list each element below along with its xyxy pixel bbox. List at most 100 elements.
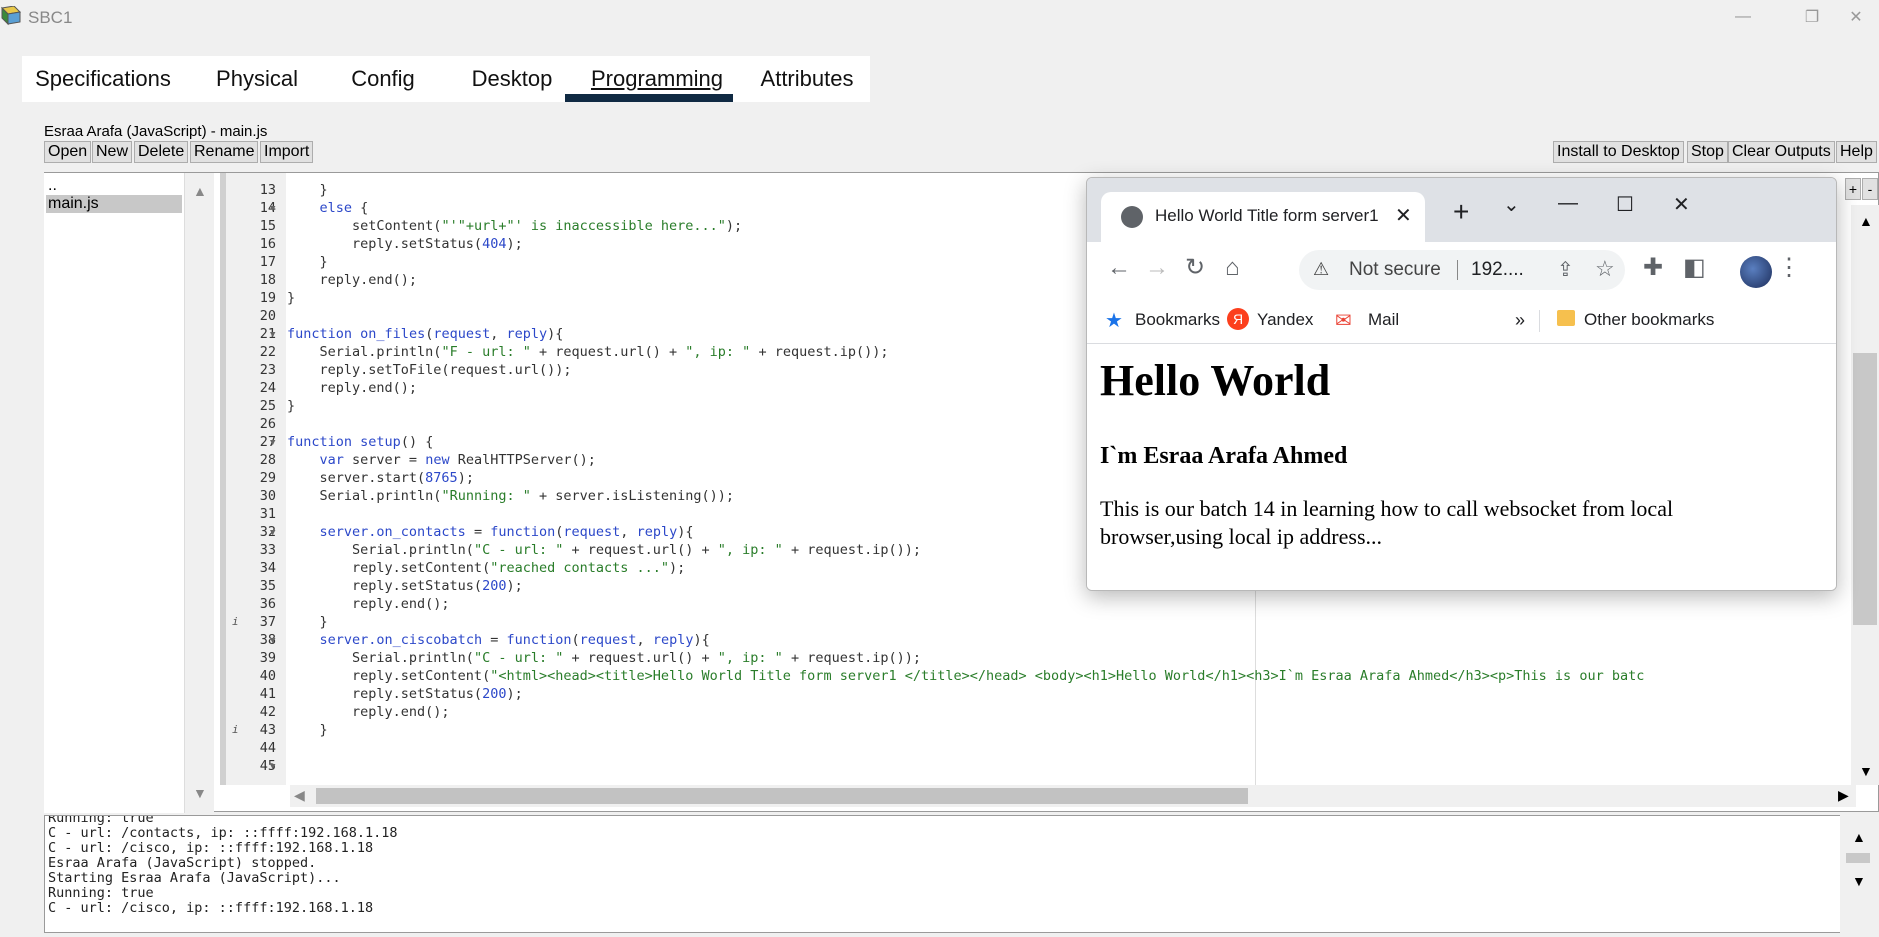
file-item-parent[interactable]: .. <box>46 177 182 195</box>
import-button[interactable]: Import <box>260 141 314 163</box>
file-item-main-js[interactable]: main.js <box>46 195 182 213</box>
scroll-up-icon[interactable]: ▲ <box>193 183 207 199</box>
scroll-down-icon[interactable]: ▼ <box>193 785 207 801</box>
tab-config[interactable]: Config <box>340 56 426 102</box>
forward-icon[interactable]: → <box>1145 256 1169 280</box>
tab-close-icon[interactable]: ✕ <box>1395 203 1412 228</box>
code-text: Serial.println("C - url: " + request.url… <box>287 542 921 558</box>
security-status[interactable]: Not secure <box>1349 259 1441 281</box>
editor-vertical-scrollbar[interactable]: ▲ ▼ <box>1851 205 1879 785</box>
tab-physical[interactable]: Physical <box>202 56 312 102</box>
scroll-up-icon[interactable]: ▲ <box>1852 829 1866 845</box>
profile-avatar[interactable] <box>1740 256 1772 288</box>
file-list-scrollbar[interactable]: ▲ ▼ <box>184 173 214 813</box>
code-text: Serial.println("Running: " + server.isLi… <box>287 488 735 504</box>
line-number: 27 <box>259 434 276 450</box>
minimize-button[interactable]: — <box>1720 4 1766 30</box>
url-text[interactable]: 192.... <box>1471 259 1524 281</box>
scroll-down-icon[interactable]: ▼ <box>1852 873 1866 889</box>
info-marker-icon: i <box>232 615 239 628</box>
bookmark-yandex[interactable]: Yandex <box>1257 310 1313 330</box>
line-number: 36 <box>259 596 276 612</box>
browser-maximize-icon[interactable]: ☐ <box>1616 192 1634 217</box>
code-text: setContent("'"+url+"' is inaccessible he… <box>287 218 743 234</box>
zoom-out-button[interactable]: - <box>1862 178 1878 200</box>
output-console[interactable]: Running: true C - url: /contacts, ip: ::f… <box>44 815 1846 933</box>
code-line[interactable]: 42 reply.end(); <box>220 703 1856 721</box>
new-tab-icon[interactable]: + <box>1453 198 1469 226</box>
code-line[interactable]: 44 <box>220 739 1856 757</box>
line-number: 26 <box>259 416 276 432</box>
browser-close-icon[interactable]: ✕ <box>1673 192 1690 217</box>
line-number: 38 <box>259 632 276 648</box>
console-scrollbar[interactable]: ▲ ▼ <box>1840 815 1876 933</box>
browser-page-content: Hello World I`m Esraa Arafa Ahmed This i… <box>1087 345 1836 590</box>
close-button[interactable]: ✕ <box>1833 4 1879 30</box>
scroll-left-icon[interactable]: ◀ <box>294 787 305 804</box>
code-text: var server = new RealHTTPServer(); <box>319 452 596 468</box>
code-line[interactable]: 41 reply.setStatus(200); <box>220 685 1856 703</box>
code-line[interactable]: 37 i } <box>220 613 1856 631</box>
open-button[interactable]: Open <box>44 141 92 163</box>
code-line[interactable]: 40 reply.setContent("<html><head><title>… <box>220 667 1856 685</box>
line-number: 35 <box>259 578 276 594</box>
delete-button[interactable]: Delete <box>134 141 189 163</box>
restore-button[interactable]: ❐ <box>1789 4 1835 30</box>
browser-tab-title: Hello World Title form server1 <box>1155 206 1379 225</box>
bookmark-mail[interactable]: Mail <box>1368 310 1399 330</box>
horizontal-scroll-thumb[interactable] <box>316 788 1248 804</box>
code-line[interactable]: 43 i } <box>220 721 1856 739</box>
bookmark-star-icon[interactable]: ☆ <box>1595 257 1615 281</box>
back-icon[interactable]: ← <box>1107 256 1131 280</box>
fold-toggle-icon[interactable]: ▼ <box>270 632 275 650</box>
tab-specifications[interactable]: Specifications <box>30 56 176 102</box>
address-bar[interactable]: ⚠ Not secure 192.... ⇪ ☆ <box>1299 250 1625 290</box>
close-icon: ✕ <box>1849 9 1863 26</box>
code-line[interactable]: 39 Serial.println("C - url: " + request.… <box>220 649 1856 667</box>
fold-toggle-icon[interactable]: ▼ <box>270 434 275 452</box>
extensions-icon[interactable]: ✚ <box>1643 256 1663 280</box>
fold-toggle-icon[interactable]: ▼ <box>270 758 275 776</box>
tab-desktop[interactable]: Desktop <box>454 56 570 102</box>
fold-toggle-icon[interactable]: ▼ <box>270 524 275 542</box>
omnibox-divider <box>1457 260 1458 280</box>
code-line[interactable]: 45 ▼ <box>220 757 1856 775</box>
code-line[interactable]: 36 reply.end(); <box>220 595 1856 613</box>
menu-icon[interactable]: ⋮ <box>1777 256 1801 280</box>
zoom-in-button[interactable]: + <box>1845 178 1861 200</box>
scroll-down-icon[interactable]: ▼ <box>1859 763 1873 779</box>
stop-button[interactable]: Stop <box>1687 141 1728 163</box>
file-list[interactable]: .. main.js <box>44 173 184 813</box>
tab-attributes[interactable]: Attributes <box>752 56 862 102</box>
line-number: 20 <box>259 308 276 324</box>
console-scroll-thumb[interactable] <box>1846 853 1870 863</box>
fold-toggle-icon[interactable]: ▼ <box>270 326 275 344</box>
rename-button[interactable]: Rename <box>190 141 259 163</box>
code-text: reply.end(); <box>287 272 418 288</box>
reload-icon[interactable]: ↻ <box>1185 256 1205 280</box>
fold-toggle-icon[interactable]: ▼ <box>270 200 275 218</box>
side-panel-icon[interactable]: ◧ <box>1683 256 1706 280</box>
browser-minimize-icon[interactable]: — <box>1558 192 1578 215</box>
scroll-up-icon[interactable]: ▲ <box>1859 213 1873 229</box>
browser-toolbar: ← → ↻ ⌂ ⚠ Not secure 192.... ⇪ ☆ ✚ ◧ ⋮ <box>1087 242 1836 298</box>
restore-icon: ❐ <box>1804 9 1820 26</box>
help-button[interactable]: Help <box>1836 141 1877 163</box>
code-line[interactable]: 38 ▼ server.on_ciscobatch = function(requ… <box>220 631 1856 649</box>
line-number: 25 <box>259 398 276 414</box>
bookmark-bookmarks[interactable]: Bookmarks <box>1135 310 1220 330</box>
editor-horizontal-scrollbar[interactable]: ◀ ▶ <box>290 785 1856 807</box>
clear-outputs-button[interactable]: Clear Outputs <box>1728 141 1835 163</box>
share-icon[interactable]: ⇪ <box>1557 258 1574 282</box>
home-icon[interactable]: ⌂ <box>1225 256 1240 280</box>
more-bookmarks-icon[interactable]: » <box>1515 310 1525 331</box>
vertical-scroll-thumb[interactable] <box>1853 353 1877 625</box>
tab-search-icon[interactable]: ⌄ <box>1503 192 1520 217</box>
install-to-desktop-button[interactable]: Install to Desktop <box>1553 141 1684 163</box>
other-bookmarks[interactable]: Other bookmarks <box>1584 310 1714 330</box>
new-button[interactable]: New <box>92 141 133 163</box>
scroll-right-icon[interactable]: ▶ <box>1838 787 1849 804</box>
browser-tab[interactable]: Hello World Title form server1 ✕ <box>1101 192 1425 242</box>
folder-icon <box>1557 310 1575 326</box>
browser-window: Hello World Title form server1 ✕ + ⌄ — ☐… <box>1086 177 1837 591</box>
